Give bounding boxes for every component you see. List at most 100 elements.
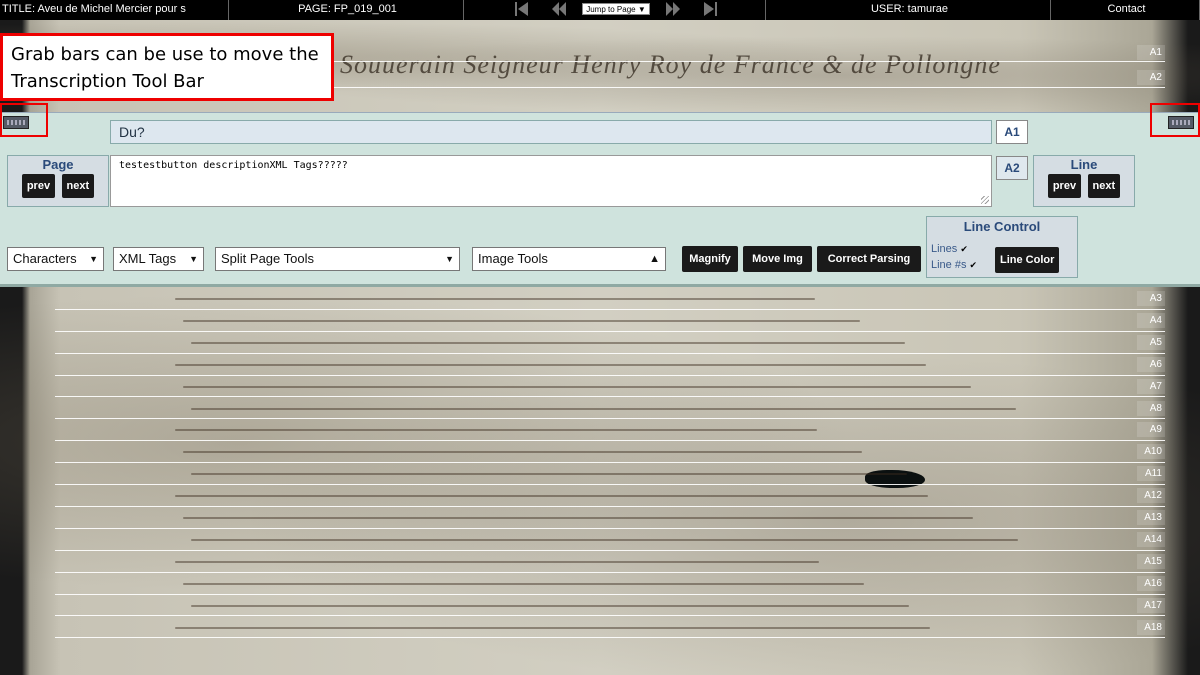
handwriting-stroke <box>191 604 909 607</box>
transcription-toolbar: Du? A1 Page prev next testestbutton desc… <box>0 112 1200 287</box>
line-numbers-toggle[interactable]: Line #s ✔ <box>931 259 977 271</box>
line-prev-button[interactable]: prev <box>1047 174 1082 198</box>
lines-toggle[interactable]: Lines ✔ <box>931 243 968 255</box>
line-number: A11 <box>1137 466 1165 482</box>
handwriting-stroke <box>183 582 864 585</box>
line-number: A12 <box>1137 488 1165 504</box>
manuscript-line[interactable]: A11 <box>55 463 1165 486</box>
handwriting-stroke <box>183 319 860 322</box>
contact-link[interactable]: Contact <box>1052 0 1200 20</box>
resize-handle-icon[interactable] <box>981 196 989 204</box>
top-nav-bar: TITLE: Aveu de Michel Mercier pour s PAG… <box>0 0 1200 20</box>
manuscript-line[interactable]: A13 <box>55 507 1165 529</box>
chevron-up-icon: ▲ <box>649 253 660 265</box>
handwriting-stroke <box>191 341 905 344</box>
xml-tags-dropdown-label: XML Tags <box>119 251 177 266</box>
current-line-display: Du? <box>110 120 992 144</box>
line-nav-title: Line <box>1070 157 1098 172</box>
line-next-button[interactable]: next <box>1087 174 1121 198</box>
callout-line: Grab bars can be use to move the <box>11 44 319 65</box>
line-number: A5 <box>1137 334 1165 350</box>
current-line-label-button[interactable]: A1 <box>996 120 1028 144</box>
split-page-tools-dropdown[interactable]: Split Page Tools ▼ <box>215 247 460 271</box>
xml-tags-dropdown[interactable]: XML Tags ▼ <box>113 247 204 271</box>
callout-line: Transcription Tool Bar <box>11 71 204 92</box>
next-line-label-button[interactable]: A2 <box>996 156 1028 180</box>
manuscript-line[interactable]: A15 <box>55 551 1165 573</box>
page-navigation: Jump to Page ▼ <box>465 0 766 20</box>
manuscript-line[interactable]: A5 <box>55 332 1165 354</box>
image-tools-dropdown-label: Image Tools <box>478 251 548 266</box>
magnify-button[interactable]: Magnify <box>682 246 738 272</box>
next-page-icon[interactable] <box>663 0 683 18</box>
image-tools-dropdown[interactable]: Image Tools ▲ <box>472 247 666 271</box>
handwriting-stroke <box>175 298 815 300</box>
grab-bar-left-highlight <box>0 103 48 137</box>
line-number: A17 <box>1137 597 1165 613</box>
transcription-textarea[interactable]: testestbutton descriptionXML Tags????? <box>110 155 992 207</box>
manuscript-line[interactable]: A4 <box>55 310 1165 332</box>
manuscript-line[interactable]: A16 <box>55 573 1165 595</box>
line-navigation-box: Line prev next <box>1033 155 1135 207</box>
correct-parsing-button[interactable]: Correct Parsing <box>817 246 921 272</box>
move-image-button[interactable]: Move Img <box>743 246 812 272</box>
line-control-panel: Line Control Lines ✔ Line #s ✔ Line Colo… <box>926 216 1078 278</box>
handwriting-stroke <box>183 517 973 519</box>
previous-page-icon[interactable] <box>549 0 569 18</box>
lines-toggle-label: Lines <box>931 243 958 255</box>
manuscript-line[interactable]: A6 <box>55 354 1165 376</box>
handwriting-stroke <box>175 495 928 498</box>
line-number: A4 <box>1137 312 1165 328</box>
manuscript-line[interactable]: A17 <box>55 595 1165 617</box>
line-number: A9 <box>1137 422 1165 438</box>
manuscript-line[interactable]: A18 <box>55 617 1165 639</box>
handwriting-stroke <box>175 560 819 563</box>
page-nav-title: Page <box>42 157 74 172</box>
manuscript-line[interactable]: A12 <box>55 485 1165 507</box>
manuscript-line[interactable]: A7 <box>55 376 1165 398</box>
chevron-down-icon: ▼ <box>445 254 454 264</box>
handwriting-stroke <box>191 538 1018 541</box>
user-indicator: USER: tamurae <box>767 0 1051 20</box>
line-number: A3 <box>1137 291 1165 306</box>
line-number: A1 <box>1137 45 1165 60</box>
document-title: TITLE: Aveu de Michel Mercier pour s <box>0 0 229 20</box>
checkmark-icon: ✔ <box>969 260 978 270</box>
grab-bar-right-highlight <box>1150 103 1200 137</box>
line-number: A18 <box>1137 619 1165 635</box>
handwriting-stroke <box>183 385 971 388</box>
manuscript-line[interactable]: A14 <box>55 529 1165 551</box>
first-page-icon[interactable] <box>512 0 532 18</box>
line-numbers-toggle-label: Line #s <box>931 259 967 271</box>
line-number: A6 <box>1137 356 1165 372</box>
handwriting-stroke <box>175 429 817 432</box>
line-number: A14 <box>1137 531 1165 547</box>
line-control-title: Line Control <box>963 219 1041 234</box>
manuscript-line[interactable]: A3 <box>55 288 1165 310</box>
page-next-button[interactable]: next <box>61 174 95 198</box>
manuscript-line[interactable]: A10 <box>55 441 1165 464</box>
characters-dropdown[interactable]: Characters ▼ <box>7 247 104 271</box>
line-color-button[interactable]: Line Color <box>995 247 1060 273</box>
line-number: A8 <box>1137 400 1165 416</box>
line-number: A10 <box>1137 444 1165 460</box>
chevron-down-icon: ▼ <box>189 254 198 264</box>
manuscript-line[interactable]: A8 <box>55 398 1165 420</box>
handwriting-stroke <box>191 473 907 476</box>
jump-to-page-select[interactable]: Jump to Page ▼ <box>582 3 650 15</box>
manuscript-line[interactable]: A9 <box>55 419 1165 442</box>
line-number: A13 <box>1137 510 1165 525</box>
page-prev-button[interactable]: prev <box>21 174 56 198</box>
line-number: A16 <box>1137 575 1165 591</box>
split-page-dropdown-label: Split Page Tools <box>221 251 314 266</box>
checkmark-icon: ✔ <box>960 244 968 254</box>
handwriting-stroke <box>183 451 862 454</box>
line-number: A7 <box>1137 378 1165 394</box>
handwriting-stroke <box>175 363 926 366</box>
line-number: A2 <box>1137 70 1165 85</box>
manuscript-image-bottom: A3 A4 A5 A6 A7 A8 A9 A10 A11 A12 A13 A14 A15 A16 A17 A1… <box>0 287 1200 675</box>
last-page-icon[interactable] <box>700 0 720 18</box>
handwriting-stroke <box>175 626 930 629</box>
characters-dropdown-label: Characters <box>13 251 77 266</box>
handwriting-stroke <box>191 407 1016 410</box>
